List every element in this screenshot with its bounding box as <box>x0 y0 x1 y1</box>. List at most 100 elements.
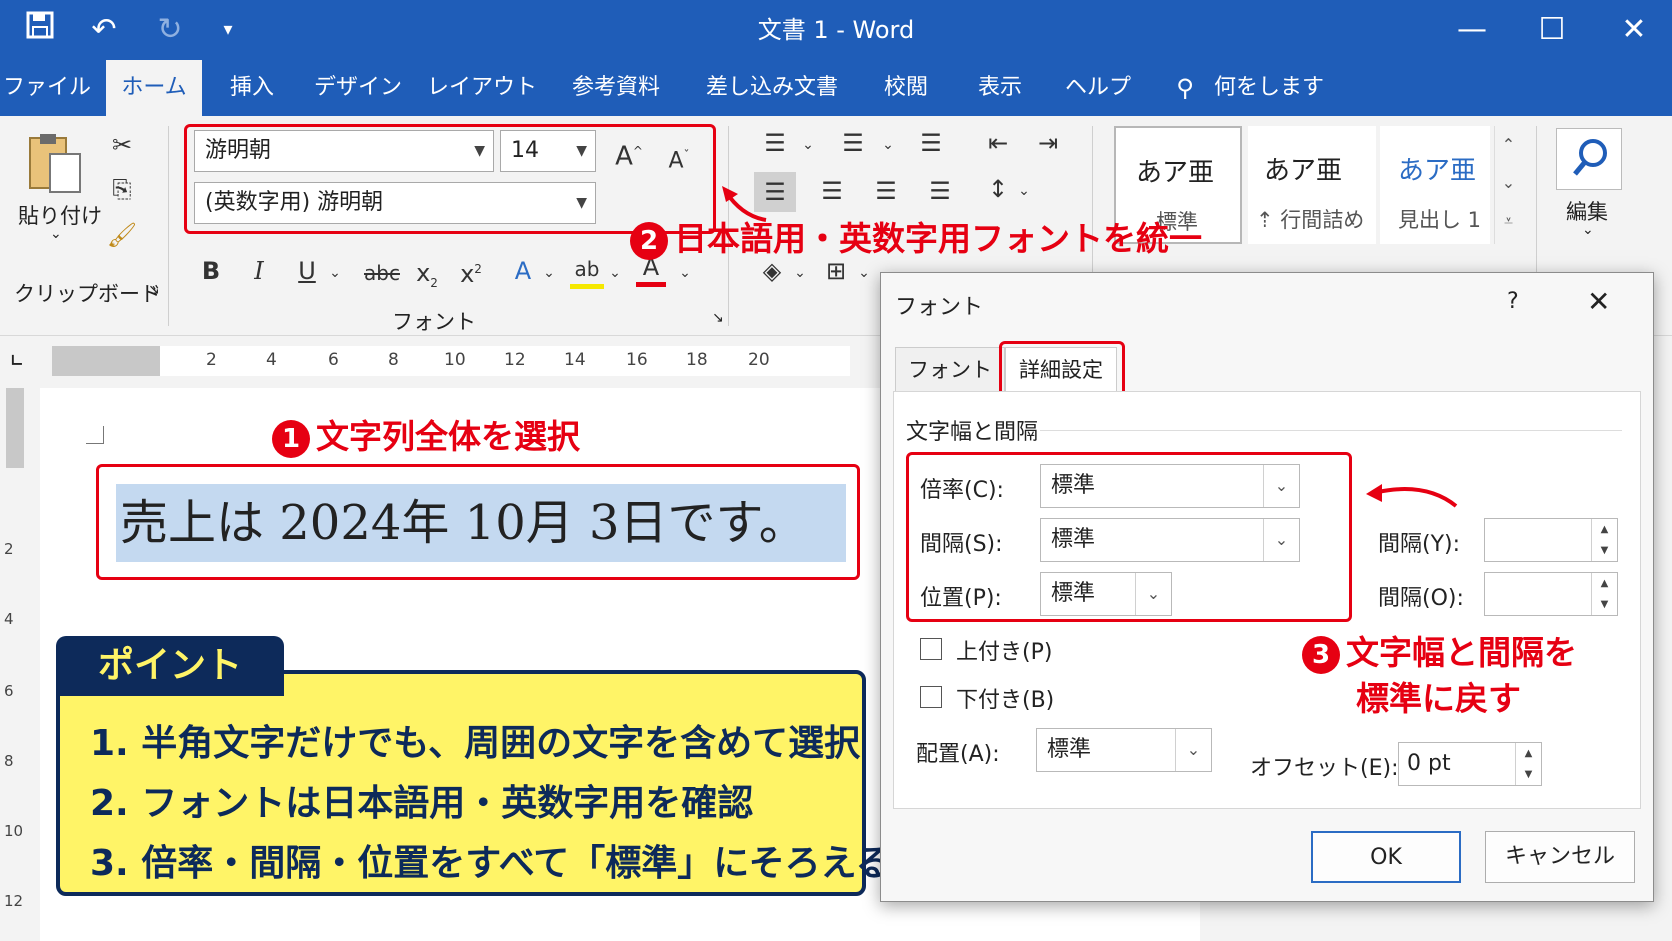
tell-me-search[interactable]: 何をしますか <box>1214 60 1334 156</box>
selected-text[interactable]: 売上は 2024年 10月 3日です。 <box>116 484 846 562</box>
step-badge: 3 <box>1302 635 1340 674</box>
tab-highlight-box <box>999 341 1125 397</box>
spinner-arrows-icon[interactable]: ▲ ▼ <box>1591 519 1617 561</box>
ruler-number: 20 <box>748 350 770 370</box>
underline-icon[interactable]: U <box>292 256 322 286</box>
format-painter-icon[interactable]: 🖌 <box>106 220 138 250</box>
clipboard-launcher-icon[interactable]: ↘ <box>148 282 160 298</box>
tab-selector-icon[interactable]: ∟ <box>6 350 28 372</box>
ruler-number: 10 <box>444 350 466 370</box>
ruler-number: 14 <box>564 350 586 370</box>
tab-references[interactable]: 参考資料 <box>560 60 672 116</box>
chevron-down-icon[interactable]: ⌄ <box>676 258 694 288</box>
dialog-close-icon[interactable]: ✕ <box>1587 285 1610 318</box>
offset-spinner[interactable]: 0 pt ▲ ▼ <box>1398 742 1542 786</box>
chevron-down-icon[interactable]: ⌄ <box>540 258 558 288</box>
annotation-step3-line2: 標準に戻す <box>1356 679 1521 718</box>
justify-icon[interactable]: ☰ <box>922 176 958 206</box>
borders-icon[interactable]: ⊞ <box>818 256 854 286</box>
tab-mailings[interactable]: 差し込み文書 <box>698 60 846 116</box>
superscript-checkbox[interactable] <box>920 638 942 660</box>
increase-indent-icon[interactable]: ⇥ <box>1030 128 1066 158</box>
spacing-o-label: 間隔(O): <box>1378 586 1464 611</box>
chevron-down-icon[interactable]: ⌄ <box>856 258 872 288</box>
tab-layout[interactable]: レイアウト <box>424 60 540 116</box>
style-sample: あア亜 <box>1136 158 1215 188</box>
line-spacing-icon[interactable]: ↕ <box>980 174 1016 204</box>
styles-scroll[interactable]: ⌃ ⌄ ⩡ <box>1494 126 1522 244</box>
ok-button[interactable]: OK <box>1311 831 1461 883</box>
chevron-down-icon[interactable]: ⌄ <box>606 258 624 288</box>
chevron-down-icon[interactable]: ⌄ <box>792 258 808 288</box>
tab-insert[interactable]: 挿入 <box>212 60 292 116</box>
bullets-icon[interactable]: ☰ <box>756 128 794 158</box>
tab-home[interactable]: ホーム <box>106 60 202 116</box>
annotation-step3-line1: 文字幅と間隔を <box>1346 633 1577 672</box>
subscript-checkbox[interactable] <box>920 686 942 708</box>
point-title: ポイント <box>56 636 284 696</box>
style-sample: あア亜 <box>1264 156 1343 186</box>
vertical-ruler: 2 4 6 8 10 12 <box>0 388 30 941</box>
tab-review[interactable]: 校閲 <box>870 60 942 116</box>
ruler-number: 12 <box>4 892 24 910</box>
offset-label: オフセット(E): <box>1250 756 1399 781</box>
chevron-down-icon[interactable]: ⌄ <box>800 130 816 160</box>
style-heading1[interactable]: あア亜 見出し 1 <box>1380 126 1490 244</box>
tab-font[interactable]: フォント <box>895 347 1005 393</box>
point-line: 3. 倍率・間隔・位置をすべて「標準」にそろえる <box>90 843 892 884</box>
multilevel-list-icon[interactable]: ☰ <box>912 128 950 158</box>
align-select[interactable]: 標準 ⌄ <box>1036 728 1212 772</box>
align-right-icon[interactable]: ☰ <box>868 176 904 206</box>
cancel-button[interactable]: キャンセル <box>1485 831 1635 883</box>
italic-icon[interactable]: I <box>244 256 274 286</box>
step-badge: 2 <box>630 221 668 260</box>
paste-icon[interactable] <box>26 132 86 196</box>
tab-view[interactable]: 表示 <box>964 60 1036 116</box>
close-icon[interactable]: ✕ <box>1604 10 1664 50</box>
chevron-down-icon[interactable]: ⌄ <box>326 258 344 288</box>
decrease-indent-icon[interactable]: ⇤ <box>980 128 1016 158</box>
ruler-number: 16 <box>626 350 648 370</box>
align-label: 配置(A): <box>916 742 1000 767</box>
ruler-number: 8 <box>388 350 399 370</box>
chevron-down-icon[interactable]: ⌄ <box>1582 222 1594 238</box>
tab-design[interactable]: デザイン <box>308 60 408 116</box>
tab-file[interactable]: ファイル <box>0 60 94 116</box>
strikethrough-icon[interactable]: abc <box>362 258 402 288</box>
align-center-icon[interactable]: ☰ <box>814 176 850 206</box>
cut-icon[interactable]: ✂ <box>106 130 138 160</box>
copy-icon[interactable]: ⎘ <box>106 174 138 204</box>
help-button[interactable]: ? <box>1507 289 1519 314</box>
text-effects-icon[interactable]: A <box>508 256 538 286</box>
superscript-icon[interactable]: x2 <box>456 254 486 289</box>
ruler-number: 18 <box>686 350 708 370</box>
annotation-step1-text: 文字列全体を選択 <box>316 417 580 456</box>
tab-help[interactable]: ヘルプ <box>1058 60 1138 116</box>
search-icon[interactable] <box>1556 128 1622 190</box>
ruler-number: 6 <box>328 350 339 370</box>
spacing-y-label: 間隔(Y): <box>1378 532 1461 557</box>
arrow-icon <box>722 186 767 222</box>
numbering-icon[interactable]: ☰ <box>834 128 872 158</box>
maximize-icon[interactable]: ☐ <box>1522 10 1582 50</box>
paste-dropdown-icon[interactable]: ⌄ <box>50 226 62 242</box>
chevron-down-icon[interactable]: ⌄ <box>1016 176 1032 206</box>
spacing-o-spinner[interactable]: ▲ ▼ <box>1484 572 1618 616</box>
spinner-arrows-icon[interactable]: ▲ ▼ <box>1515 743 1541 785</box>
spacing-highlight-box <box>906 452 1352 622</box>
window-title: 文書 1 - Word <box>757 16 915 44</box>
ruler-number: 8 <box>4 752 14 770</box>
chevron-down-icon[interactable]: ⌄ <box>880 130 896 160</box>
shading-icon[interactable]: ◈ <box>754 256 790 286</box>
spinner-arrows-icon[interactable]: ▲ ▼ <box>1591 573 1617 615</box>
ruler-number: 4 <box>266 350 277 370</box>
lightbulb-icon: ⚲ <box>1176 74 1194 102</box>
minimize-icon[interactable]: — <box>1442 10 1502 50</box>
subscript-icon[interactable]: x2 <box>412 258 442 298</box>
font-launcher-icon[interactable]: ↘ <box>712 310 724 326</box>
highlight-color-icon[interactable]: ab <box>570 254 604 289</box>
spacing-y-spinner[interactable]: ▲ ▼ <box>1484 518 1618 562</box>
bold-icon[interactable]: B <box>196 256 226 286</box>
style-no-spacing[interactable]: あア亜 ⇡ 行間詰め <box>1248 126 1376 244</box>
arrow-icon <box>1366 484 1458 508</box>
